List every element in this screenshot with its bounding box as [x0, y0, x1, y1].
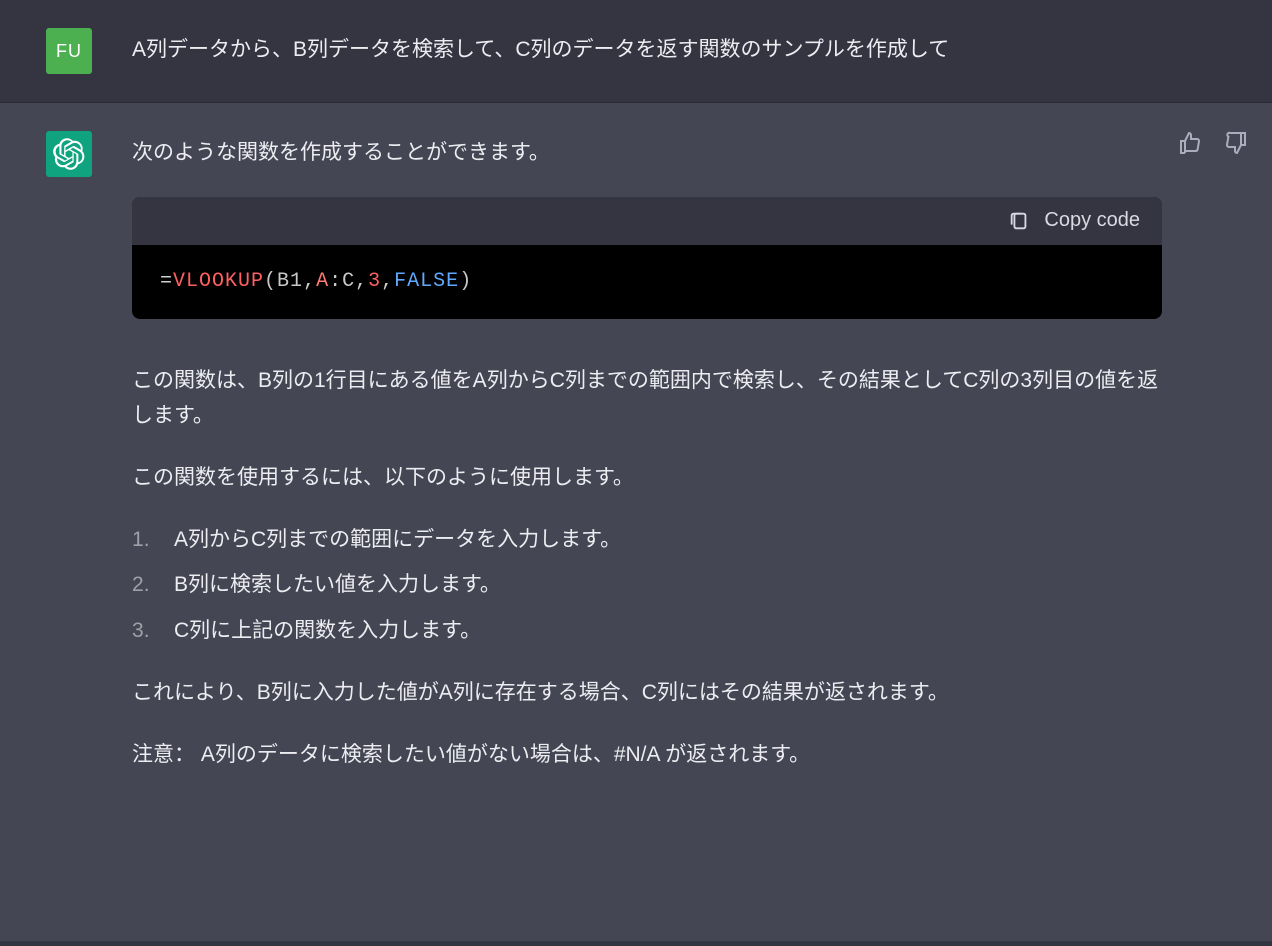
- assistant-avatar: [46, 131, 92, 177]
- steps-list: A列からC列までの範囲にデータを入力します。 B列に検索したい値を入力します。 …: [132, 522, 1162, 649]
- clipboard-icon: [1008, 209, 1030, 233]
- assistant-message: 次のような関数を作成することができます。 Copy code =VLOOKUP(…: [0, 103, 1272, 941]
- assistant-content: 次のような関数を作成することができます。 Copy code =VLOOKUP(…: [132, 131, 1162, 913]
- explanation-2: この関数を使用するには、以下のように使用します。: [132, 460, 1162, 496]
- code-header: Copy code: [132, 197, 1162, 245]
- thumbs-up-button[interactable]: [1176, 129, 1204, 160]
- copy-code-label: Copy code: [1044, 209, 1140, 232]
- list-item: B列に検索したい値を入力します。: [132, 567, 1162, 603]
- user-avatar: FU: [46, 28, 92, 74]
- user-message: FU A列データから、B列データを検索して、C列のデータを返す関数のサンプルを作…: [0, 0, 1272, 103]
- note-text: 注意： A列のデータに検索したい値がない場合は、#N/A が返されます。: [132, 737, 1162, 773]
- copy-code-button[interactable]: Copy code: [1008, 209, 1140, 233]
- openai-icon: [53, 138, 85, 170]
- explanation-1: この関数は、B列の1行目にある値をA列からC列までの範囲内で検索し、その結果とし…: [132, 363, 1162, 434]
- feedback-buttons: [1176, 129, 1250, 160]
- thumbs-down-button[interactable]: [1222, 129, 1250, 160]
- thumbs-down-icon: [1224, 131, 1248, 155]
- thumbs-up-icon: [1178, 131, 1202, 155]
- list-item: C列に上記の関数を入力します。: [132, 613, 1162, 649]
- list-item: A列からC列までの範囲にデータを入力します。: [132, 522, 1162, 558]
- code-content: =VLOOKUP(B1,A:C,3,FALSE): [132, 245, 1162, 319]
- intro-text: 次のような関数を作成することができます。: [132, 135, 1162, 171]
- code-block: Copy code =VLOOKUP(B1,A:C,3,FALSE): [132, 197, 1162, 319]
- user-text: A列データから、B列データを検索して、C列のデータを返す関数のサンプルを作成して: [132, 28, 1162, 74]
- result-text: これにより、B列に入力した値がA列に存在する場合、C列にはその結果が返されます。: [132, 675, 1162, 711]
